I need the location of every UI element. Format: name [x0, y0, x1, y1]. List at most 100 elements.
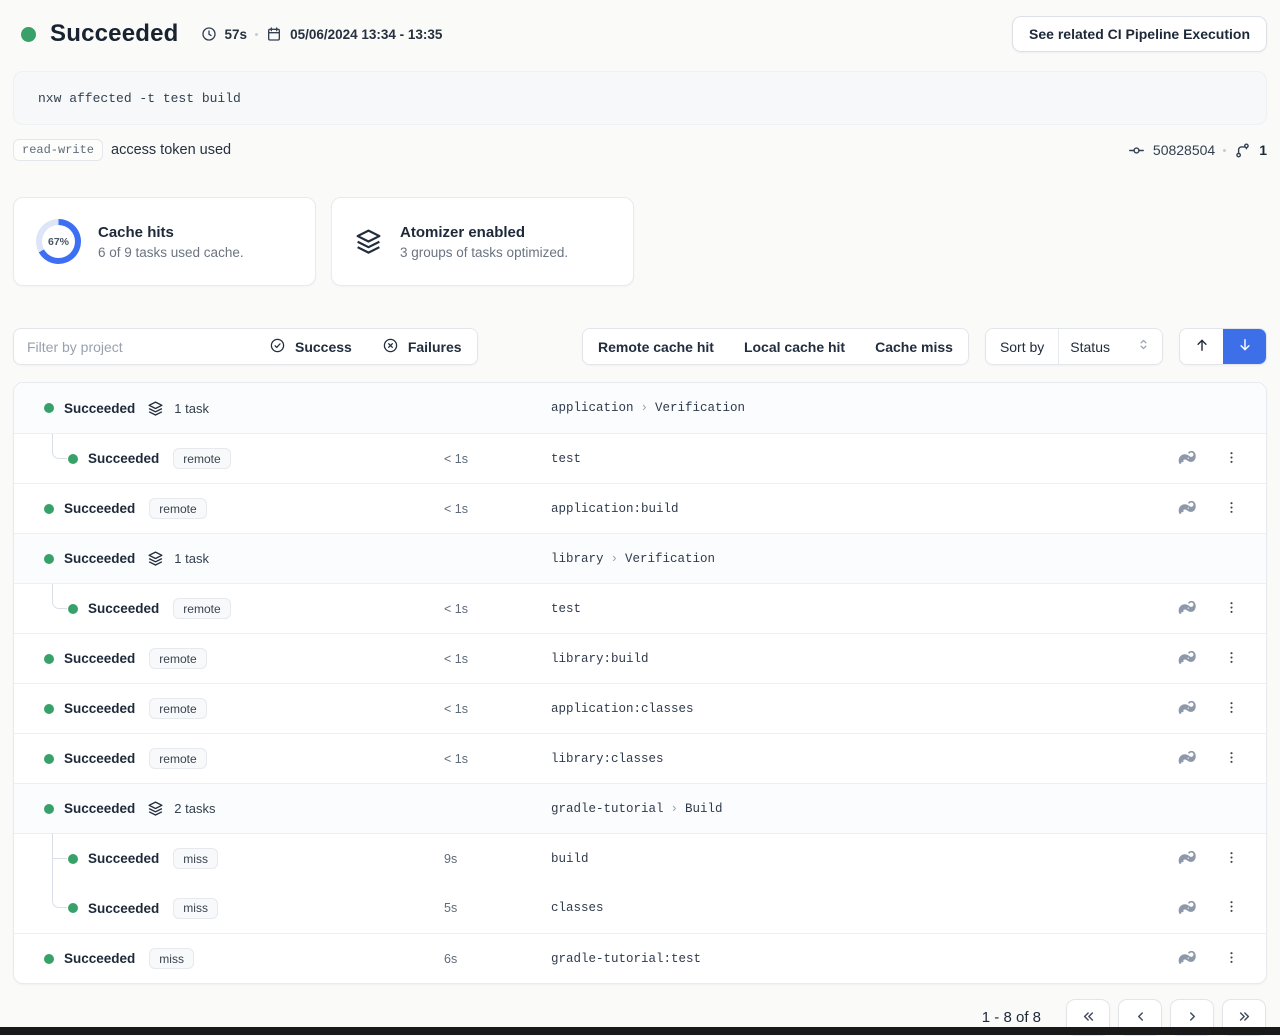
row-menu-button[interactable] [1222, 648, 1241, 670]
status-label: Succeeded [64, 951, 135, 966]
gradle-icon[interactable] [1174, 850, 1197, 867]
gradle-icon[interactable] [1174, 600, 1197, 617]
sort-descending-button[interactable] [1223, 329, 1266, 364]
status-dot [44, 804, 54, 814]
task-row[interactable]: Succeeded remote < 1slibrary:build [14, 633, 1266, 683]
summary-cards: 67% Cache hits 6 of 9 tasks used cache. … [13, 197, 1267, 286]
task-row[interactable]: Succeededremote< 1stest [14, 583, 1266, 633]
sort-select[interactable]: Status [1058, 329, 1162, 364]
task-row[interactable]: Succeededmiss6sgradle-tutorial:test [14, 933, 1266, 983]
page-range: 1 - 8 of 8 [982, 1009, 1041, 1026]
atomizer-card-subtitle: 3 groups of tasks optimized. [400, 245, 568, 260]
task-name: application:classes [551, 702, 1170, 716]
project-filter-input[interactable] [14, 329, 254, 364]
cache-status-badge: miss [149, 948, 194, 969]
group-breadcrumb: application›Verification [551, 401, 1170, 415]
status-dot [44, 954, 54, 964]
status-label: Succeeded [64, 751, 135, 766]
sort-ascending-button[interactable] [1180, 329, 1223, 364]
breadcrumb-target: Verification [625, 552, 715, 566]
task-group-row[interactable]: Succeeded2 tasksgradle-tutorial›Build [14, 783, 1266, 833]
status-dot [68, 903, 78, 913]
kebab-icon [1224, 650, 1239, 668]
status-dot [68, 454, 78, 464]
breadcrumb-separator: › [634, 401, 656, 415]
task-row[interactable]: Succeededremote< 1sapplication:classes [14, 683, 1266, 733]
gradle-icon[interactable] [1174, 500, 1197, 517]
status-label: Succeeded [64, 801, 135, 816]
cache-status-badge: remote [173, 448, 230, 469]
related-pipeline-button[interactable]: See related CI Pipeline Execution [1012, 16, 1267, 52]
remote-cache-hit-button[interactable]: Remote cache hit [583, 329, 729, 364]
run-duration: 57s [225, 27, 248, 42]
gradle-icon[interactable] [1174, 650, 1197, 667]
task-row[interactable]: Succeededmiss9sbuild [14, 833, 1266, 883]
breadcrumb-project: library [551, 552, 604, 566]
status-dot [44, 403, 54, 413]
task-row[interactable]: Succeededremote< 1slibrary:classes [14, 733, 1266, 783]
task-name: library:build [551, 652, 1170, 666]
success-filter-label: Success [295, 339, 352, 355]
gradle-icon[interactable] [1174, 700, 1197, 717]
gradle-icon[interactable] [1174, 450, 1197, 467]
task-count: 1 task [174, 551, 209, 566]
status-cell: Succeeded2 tasks [14, 800, 444, 817]
row-actions [1170, 598, 1266, 620]
task-duration: < 1s [444, 602, 551, 616]
cache-filter-group: Remote cache hit Local cache hit Cache m… [582, 328, 969, 365]
window-bottom-edge [0, 1027, 1280, 1035]
gradle-icon[interactable] [1174, 750, 1197, 767]
row-menu-button[interactable] [1222, 448, 1241, 470]
breadcrumb-separator: › [604, 552, 626, 566]
run-status-dot [21, 27, 36, 42]
row-actions [1170, 848, 1266, 870]
status-label: Succeeded [64, 501, 135, 516]
gradle-icon[interactable] [1174, 950, 1197, 967]
task-row[interactable]: Succeededremote< 1stest [14, 433, 1266, 483]
row-menu-button[interactable] [1222, 897, 1241, 919]
task-group-row[interactable]: Succeeded1 tasklibrary›Verification [14, 533, 1266, 583]
breadcrumb-separator: › [664, 802, 686, 816]
status-cell: Succeeded remote [14, 648, 444, 669]
chevron-left-icon [1132, 1008, 1149, 1028]
status-cell: Succeeded1 task [14, 400, 444, 417]
row-menu-button[interactable] [1222, 498, 1241, 520]
run-status-title: Succeeded [50, 20, 179, 48]
cache-status-badge: remote [149, 648, 206, 669]
row-actions [1170, 897, 1266, 919]
commit-icon [1128, 142, 1145, 159]
branch-count[interactable]: 1 [1259, 142, 1267, 158]
success-filter-button[interactable]: Success [254, 329, 367, 364]
task-name: test [551, 602, 1170, 616]
status-label: Succeeded [64, 401, 135, 416]
failures-filter-button[interactable]: Failures [367, 329, 477, 364]
atomizer-card[interactable]: Atomizer enabled 3 groups of tasks optim… [331, 197, 634, 286]
row-menu-button[interactable] [1222, 948, 1241, 970]
task-row[interactable]: Succeededremote< 1sapplication:build [14, 483, 1266, 533]
branch-icon [1234, 142, 1251, 159]
row-menu-button[interactable] [1222, 598, 1241, 620]
row-menu-button[interactable] [1222, 698, 1241, 720]
kebab-icon [1224, 600, 1239, 618]
cache-status-badge: remote [149, 498, 206, 519]
status-label: Succeeded [64, 651, 135, 666]
task-name: test [551, 452, 1170, 466]
local-cache-hit-button[interactable]: Local cache hit [729, 329, 860, 364]
gradle-icon[interactable] [1174, 900, 1197, 917]
access-token-badge: read-write [13, 139, 103, 161]
task-duration: 5s [444, 901, 551, 915]
task-row[interactable]: Succeededmiss5sclasses [14, 883, 1266, 933]
cache-miss-button[interactable]: Cache miss [860, 329, 968, 364]
row-menu-button[interactable] [1222, 748, 1241, 770]
row-menu-button[interactable] [1222, 848, 1241, 870]
separator-dot [255, 33, 258, 36]
commit-id[interactable]: 50828504 [1153, 142, 1215, 158]
task-duration: < 1s [444, 652, 551, 666]
status-dot [44, 754, 54, 764]
cache-hits-card[interactable]: 67% Cache hits 6 of 9 tasks used cache. [13, 197, 316, 286]
sort-group: Sort by Status [985, 328, 1163, 365]
task-group-row[interactable]: Succeeded1 task application›Verification [14, 383, 1266, 433]
layers-icon [354, 227, 383, 256]
cache-card-subtitle: 6 of 9 tasks used cache. [98, 245, 244, 260]
access-token-label: access token used [111, 142, 231, 158]
